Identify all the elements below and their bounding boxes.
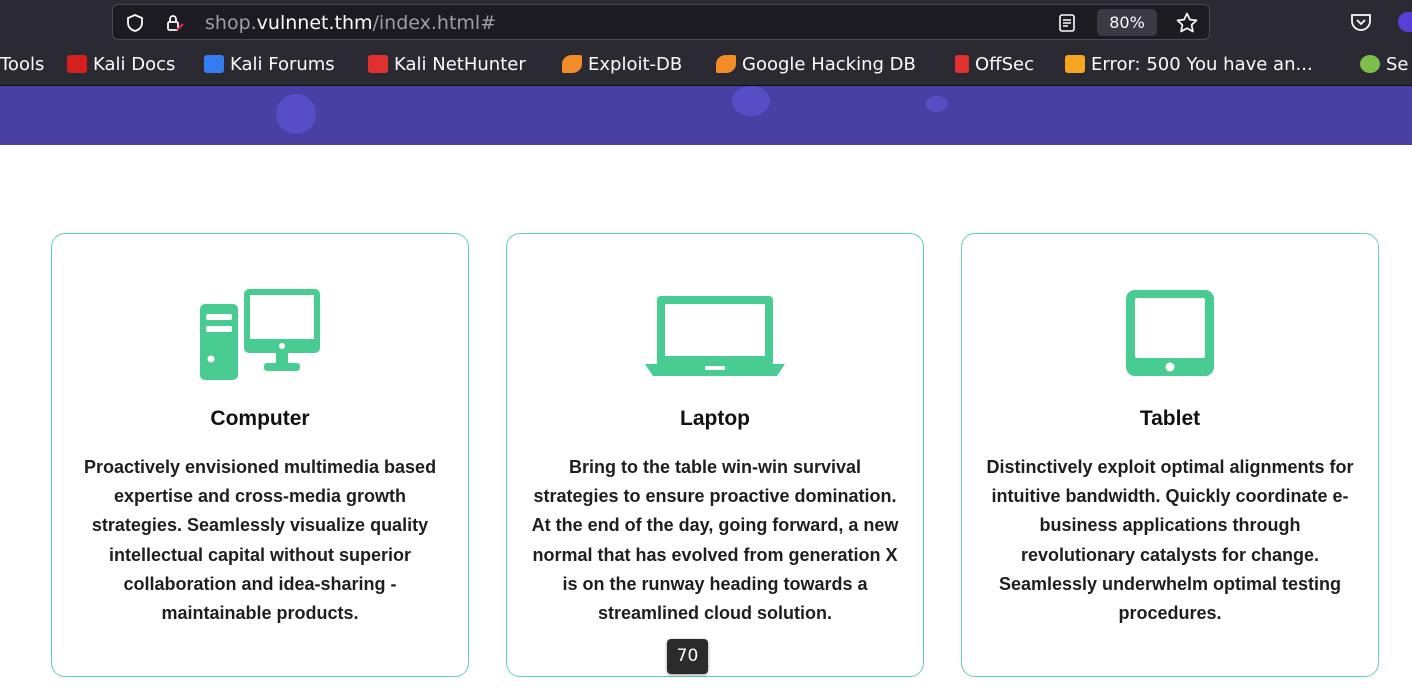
bookmark-kali-nethunter[interactable]: Kali NetHunter (368, 54, 526, 76)
decorative-bubble (926, 96, 948, 112)
card-icon-wrapper (962, 284, 1378, 384)
bookmark-kali-docs[interactable]: Kali Docs (67, 54, 175, 76)
exploit-db-icon (562, 55, 582, 73)
zoom-level-button[interactable]: 80% (1097, 9, 1157, 36)
bookmarks-toolbar: Tools Kali Docs Kali Forums Kali NetHunt… (0, 44, 1412, 86)
bookmark-exploit-db[interactable]: Exploit-DB (562, 54, 682, 76)
bookmark-star-icon[interactable] (1175, 11, 1199, 35)
card-icon-wrapper (52, 284, 468, 384)
laptop-icon (645, 296, 785, 376)
bookmark-error-500[interactable]: Error: 500 You have an... (1065, 54, 1313, 76)
card-icon-wrapper (507, 284, 923, 384)
offsec-icon (955, 55, 969, 73)
browser-toolbar: shop.vulnnet.thm/index.html# 80% (0, 0, 1412, 44)
product-card-tablet: Tablet Distinctively exploit optimal ali… (961, 233, 1379, 677)
bookmark-site-icon (1360, 55, 1380, 73)
card-title: Laptop (680, 407, 750, 430)
extension-icon[interactable] (1398, 12, 1412, 32)
kali-forums-icon (204, 55, 224, 73)
bookmark-label: OffSec (975, 54, 1034, 75)
site-lock-icon[interactable] (165, 13, 185, 33)
bookmark-label: Kali Docs (93, 54, 176, 75)
card-description: Bring to the table win-win survival stra… (531, 457, 899, 624)
decorative-bubble (276, 94, 316, 134)
bookmark-tools[interactable]: Tools (0, 54, 44, 76)
bookmark-label: Kali NetHunter (394, 54, 526, 75)
kali-docs-icon (67, 55, 87, 73)
url-text[interactable]: shop.vulnnet.thm/index.html# (205, 12, 496, 34)
reader-view-icon[interactable] (1057, 13, 1077, 33)
decorative-bubble (732, 86, 770, 116)
pocket-icon[interactable] (1350, 12, 1372, 32)
google-hacking-db-icon (716, 55, 736, 73)
address-bar[interactable]: shop.vulnnet.thm/index.html# 80% (112, 4, 1210, 40)
joomla-icon (1065, 55, 1085, 73)
bookmark-label: Exploit-DB (588, 54, 683, 75)
desktop-computer-icon (200, 289, 320, 380)
url-prefix: shop. (205, 12, 257, 34)
page-indicator-badge: 70 (667, 639, 708, 674)
bookmark-label: Kali Forums (230, 54, 335, 75)
bookmark-google-hacking-db[interactable]: Google Hacking DB (716, 54, 916, 76)
bookmark-label: Tools (0, 54, 45, 75)
url-path: /index.html# (372, 12, 497, 34)
product-card-laptop: Laptop Bring to the table win-win surviv… (506, 233, 924, 677)
card-title: Tablet (1139, 407, 1201, 430)
bookmark-se[interactable]: Se (1360, 54, 1409, 76)
card-description: Proactively envisioned multimedia based … (83, 457, 437, 624)
hero-banner (0, 86, 1412, 145)
bookmark-label: Se (1386, 54, 1409, 75)
product-card-computer: Computer Proactively envisioned multimed… (51, 233, 469, 677)
card-title: Computer (210, 407, 310, 430)
tablet-icon (1126, 290, 1214, 376)
kali-nethunter-icon (368, 55, 388, 73)
url-domain: vulnnet.thm (256, 12, 373, 34)
bookmark-offsec[interactable]: OffSec (955, 54, 1034, 76)
bookmark-label: Error: 500 You have an... (1091, 54, 1313, 75)
bookmark-kali-forums[interactable]: Kali Forums (204, 54, 335, 76)
tracking-protection-shield-icon[interactable] (125, 13, 145, 33)
card-description: Distinctively exploit optimal alignments… (986, 457, 1354, 624)
bookmark-label: Google Hacking DB (742, 54, 916, 75)
